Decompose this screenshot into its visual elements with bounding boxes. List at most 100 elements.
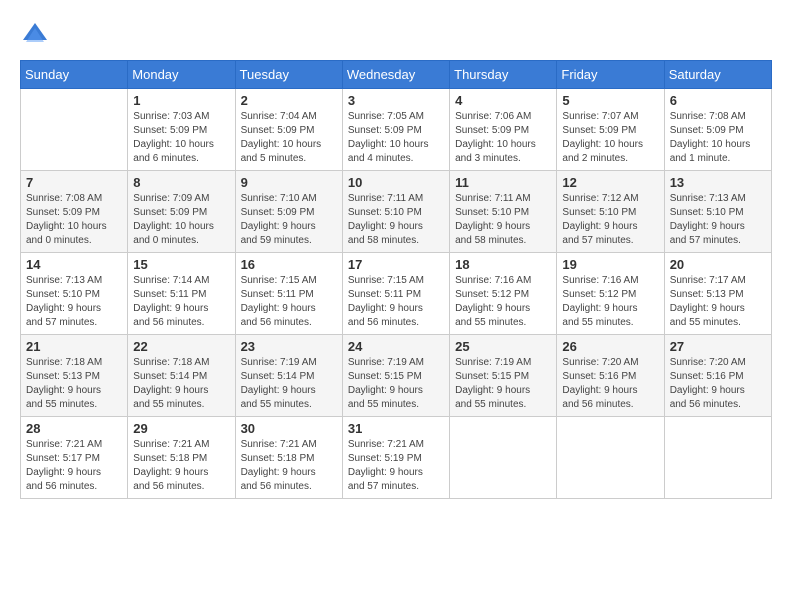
day-number: 5 bbox=[562, 93, 658, 108]
calendar-cell: 1 Sunrise: 7:03 AMSunset: 5:09 PMDaylight… bbox=[128, 89, 235, 171]
calendar-cell: 13 Sunrise: 7:13 AMSunset: 5:10 PMDayligh… bbox=[664, 171, 771, 253]
calendar-cell: 8 Sunrise: 7:09 AMSunset: 5:09 PMDaylight… bbox=[128, 171, 235, 253]
day-info: Sunrise: 7:09 AMSunset: 5:09 PMDaylight:… bbox=[133, 192, 229, 248]
day-number: 7 bbox=[26, 175, 122, 190]
calendar-cell: 17Sunrise: 7:15 AMSunset: 5:11 PMDayligh… bbox=[342, 253, 449, 335]
day-info: Sunrise: 7:12 AMSunset: 5:10 PMDaylight:… bbox=[562, 192, 658, 248]
day-info: Sunrise: 7:21 AMSunset: 5:19 PMDaylight:… bbox=[348, 438, 444, 494]
day-number: 14 bbox=[26, 257, 122, 272]
day-info: Sunrise: 7:11 AMSunset: 5:10 PMDaylight:… bbox=[455, 192, 551, 248]
calendar-week-4: 21 Sunrise: 7:18 AMSunset: 5:13 PMDayligh… bbox=[21, 335, 772, 417]
calendar-cell: 3 Sunrise: 7:05 AMSunset: 5:09 PMDaylight… bbox=[342, 89, 449, 171]
page-header bbox=[20, 20, 772, 50]
day-number: 21 bbox=[26, 339, 122, 354]
calendar-cell bbox=[450, 417, 557, 499]
calendar-cell: 7 Sunrise: 7:08 AMSunset: 5:09 PMDaylight… bbox=[21, 171, 128, 253]
day-number: 13 bbox=[670, 175, 766, 190]
calendar-cell: 6 Sunrise: 7:08 AMSunset: 5:09 PMDaylight… bbox=[664, 89, 771, 171]
day-info: Sunrise: 7:10 AMSunset: 5:09 PMDaylight:… bbox=[241, 192, 337, 248]
day-info: Sunrise: 7:18 AMSunset: 5:14 PMDaylight:… bbox=[133, 356, 229, 412]
calendar-header-tuesday: Tuesday bbox=[235, 61, 342, 89]
logo-icon bbox=[20, 20, 50, 50]
day-info: Sunrise: 7:07 AMSunset: 5:09 PMDaylight:… bbox=[562, 110, 658, 166]
day-info: Sunrise: 7:13 AMSunset: 5:10 PMDaylight:… bbox=[670, 192, 766, 248]
calendar-week-1: 1 Sunrise: 7:03 AMSunset: 5:09 PMDaylight… bbox=[21, 89, 772, 171]
calendar-header-wednesday: Wednesday bbox=[342, 61, 449, 89]
calendar-header-thursday: Thursday bbox=[450, 61, 557, 89]
calendar-week-5: 28Sunrise: 7:21 AMSunset: 5:17 PMDayligh… bbox=[21, 417, 772, 499]
day-info: Sunrise: 7:16 AMSunset: 5:12 PMDaylight:… bbox=[562, 274, 658, 330]
day-number: 3 bbox=[348, 93, 444, 108]
day-number: 11 bbox=[455, 175, 551, 190]
calendar-cell: 23 Sunrise: 7:19 AMSunset: 5:14 PMDayligh… bbox=[235, 335, 342, 417]
calendar-table: SundayMondayTuesdayWednesdayThursdayFrid… bbox=[20, 60, 772, 499]
day-number: 4 bbox=[455, 93, 551, 108]
calendar-week-3: 14 Sunrise: 7:13 AMSunset: 5:10 PMDayligh… bbox=[21, 253, 772, 335]
day-number: 27 bbox=[670, 339, 766, 354]
day-number: 16 bbox=[241, 257, 337, 272]
day-number: 6 bbox=[670, 93, 766, 108]
day-number: 20 bbox=[670, 257, 766, 272]
day-number: 23 bbox=[241, 339, 337, 354]
calendar-cell: 25Sunrise: 7:19 AMSunset: 5:15 PMDayligh… bbox=[450, 335, 557, 417]
calendar-cell: 2Sunrise: 7:04 AMSunset: 5:09 PMDaylight… bbox=[235, 89, 342, 171]
day-number: 22 bbox=[133, 339, 229, 354]
day-info: Sunrise: 7:18 AMSunset: 5:13 PMDaylight:… bbox=[26, 356, 122, 412]
calendar-header-monday: Monday bbox=[128, 61, 235, 89]
calendar-cell: 31Sunrise: 7:21 AMSunset: 5:19 PMDayligh… bbox=[342, 417, 449, 499]
calendar-cell: 18 Sunrise: 7:16 AMSunset: 5:12 PMDayligh… bbox=[450, 253, 557, 335]
day-number: 17 bbox=[348, 257, 444, 272]
calendar-header-sunday: Sunday bbox=[21, 61, 128, 89]
calendar-cell: 10 Sunrise: 7:11 AMSunset: 5:10 PMDayligh… bbox=[342, 171, 449, 253]
day-number: 12 bbox=[562, 175, 658, 190]
calendar-cell bbox=[557, 417, 664, 499]
calendar-cell: 24 Sunrise: 7:19 AMSunset: 5:15 PMDayligh… bbox=[342, 335, 449, 417]
day-number: 24 bbox=[348, 339, 444, 354]
day-info: Sunrise: 7:21 AMSunset: 5:18 PMDaylight:… bbox=[133, 438, 229, 494]
logo bbox=[20, 20, 54, 50]
calendar-cell bbox=[21, 89, 128, 171]
calendar-cell: 22 Sunrise: 7:18 AMSunset: 5:14 PMDayligh… bbox=[128, 335, 235, 417]
calendar-cell: 5 Sunrise: 7:07 AMSunset: 5:09 PMDaylight… bbox=[557, 89, 664, 171]
day-info: Sunrise: 7:15 AMSunset: 5:11 PMDaylight:… bbox=[241, 274, 337, 330]
calendar-header-saturday: Saturday bbox=[664, 61, 771, 89]
calendar-cell: 11 Sunrise: 7:11 AMSunset: 5:10 PMDayligh… bbox=[450, 171, 557, 253]
calendar-cell: 14 Sunrise: 7:13 AMSunset: 5:10 PMDayligh… bbox=[21, 253, 128, 335]
calendar-cell: 30 Sunrise: 7:21 AMSunset: 5:18 PMDayligh… bbox=[235, 417, 342, 499]
calendar-week-2: 7 Sunrise: 7:08 AMSunset: 5:09 PMDaylight… bbox=[21, 171, 772, 253]
day-info: Sunrise: 7:08 AMSunset: 5:09 PMDaylight:… bbox=[670, 110, 766, 166]
day-info: Sunrise: 7:20 AMSunset: 5:16 PMDaylight:… bbox=[562, 356, 658, 412]
calendar-cell: 26Sunrise: 7:20 AMSunset: 5:16 PMDayligh… bbox=[557, 335, 664, 417]
calendar-cell: 29Sunrise: 7:21 AMSunset: 5:18 PMDayligh… bbox=[128, 417, 235, 499]
day-info: Sunrise: 7:17 AMSunset: 5:13 PMDaylight:… bbox=[670, 274, 766, 330]
day-info: Sunrise: 7:03 AMSunset: 5:09 PMDaylight:… bbox=[133, 110, 229, 166]
day-number: 19 bbox=[562, 257, 658, 272]
day-info: Sunrise: 7:19 AMSunset: 5:15 PMDaylight:… bbox=[348, 356, 444, 412]
day-number: 28 bbox=[26, 421, 122, 436]
day-info: Sunrise: 7:14 AMSunset: 5:11 PMDaylight:… bbox=[133, 274, 229, 330]
day-info: Sunrise: 7:20 AMSunset: 5:16 PMDaylight:… bbox=[670, 356, 766, 412]
day-info: Sunrise: 7:21 AMSunset: 5:18 PMDaylight:… bbox=[241, 438, 337, 494]
day-number: 30 bbox=[241, 421, 337, 436]
day-info: Sunrise: 7:11 AMSunset: 5:10 PMDaylight:… bbox=[348, 192, 444, 248]
calendar-header-friday: Friday bbox=[557, 61, 664, 89]
day-info: Sunrise: 7:08 AMSunset: 5:09 PMDaylight:… bbox=[26, 192, 122, 248]
day-info: Sunrise: 7:16 AMSunset: 5:12 PMDaylight:… bbox=[455, 274, 551, 330]
calendar-cell: 16 Sunrise: 7:15 AMSunset: 5:11 PMDayligh… bbox=[235, 253, 342, 335]
calendar-cell: 21 Sunrise: 7:18 AMSunset: 5:13 PMDayligh… bbox=[21, 335, 128, 417]
day-info: Sunrise: 7:05 AMSunset: 5:09 PMDaylight:… bbox=[348, 110, 444, 166]
day-info: Sunrise: 7:19 AMSunset: 5:14 PMDaylight:… bbox=[241, 356, 337, 412]
calendar-cell: 12 Sunrise: 7:12 AMSunset: 5:10 PMDayligh… bbox=[557, 171, 664, 253]
calendar-cell: 4 Sunrise: 7:06 AMSunset: 5:09 PMDaylight… bbox=[450, 89, 557, 171]
calendar-header-row: SundayMondayTuesdayWednesdayThursdayFrid… bbox=[21, 61, 772, 89]
calendar-cell: 20 Sunrise: 7:17 AMSunset: 5:13 PMDayligh… bbox=[664, 253, 771, 335]
day-info: Sunrise: 7:06 AMSunset: 5:09 PMDaylight:… bbox=[455, 110, 551, 166]
day-number: 10 bbox=[348, 175, 444, 190]
day-info: Sunrise: 7:13 AMSunset: 5:10 PMDaylight:… bbox=[26, 274, 122, 330]
day-number: 1 bbox=[133, 93, 229, 108]
day-number: 15 bbox=[133, 257, 229, 272]
day-number: 2 bbox=[241, 93, 337, 108]
calendar-cell: 9Sunrise: 7:10 AMSunset: 5:09 PMDaylight… bbox=[235, 171, 342, 253]
day-number: 18 bbox=[455, 257, 551, 272]
day-number: 8 bbox=[133, 175, 229, 190]
